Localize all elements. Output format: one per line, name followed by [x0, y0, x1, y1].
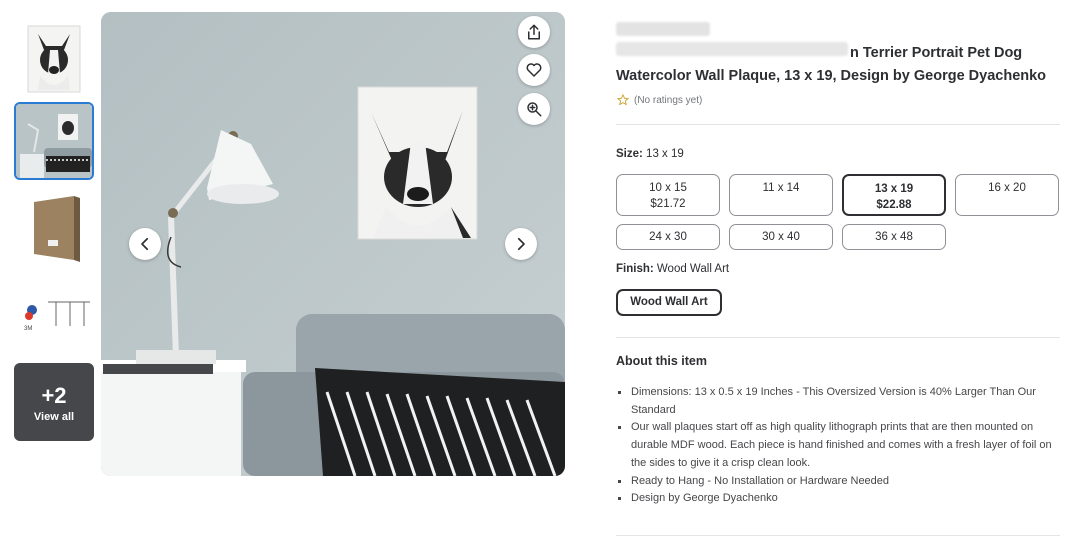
view-all-label: View all: [33, 411, 75, 423]
about-bullet: Ready to Hang - No Installation or Hardw…: [616, 473, 1056, 491]
size-label-key: Size:: [616, 148, 643, 160]
previous-image-button[interactable]: [129, 228, 161, 260]
finish-label: Finish: Wood Wall Art: [616, 263, 729, 275]
size-option-name: 13 x 19: [874, 183, 914, 195]
size-option-name: 24 x 30: [649, 231, 687, 243]
size-option-name: 16 x 20: [988, 182, 1026, 194]
finish-option-selected[interactable]: Wood Wall Art: [616, 289, 722, 316]
thumbnail-hardware[interactable]: 3M: [14, 276, 94, 354]
zoom-in-icon: [527, 102, 542, 117]
about-bullet: Our wall plaques start off as high quali…: [616, 419, 1056, 472]
main-product-image[interactable]: [101, 12, 565, 476]
size-option-price: $21.72: [650, 198, 686, 210]
size-option[interactable]: 16 x 20: [955, 174, 1059, 216]
finish-label-key: Finish:: [616, 263, 654, 275]
thumbnail-room[interactable]: [14, 102, 94, 180]
chevron-right-icon: [517, 237, 525, 251]
rating-summary[interactable]: (No ratings yet): [616, 93, 702, 107]
heart-icon: [526, 63, 542, 77]
thumbnail-side-view[interactable]: [14, 190, 94, 268]
divider: [616, 535, 1060, 536]
about-bullet: Design by George Dyachenko: [616, 490, 1056, 508]
size-option-name: 36 x 48: [875, 231, 913, 243]
size-option-name: 11 x 14: [762, 182, 800, 194]
about-bullet: Dimensions: 13 x 0.5 x 19 Inches - This …: [616, 384, 1056, 419]
size-option-name: 30 x 40: [762, 231, 800, 243]
divider: [616, 337, 1060, 338]
next-image-button[interactable]: [505, 228, 537, 260]
thumbnail-portrait[interactable]: [14, 20, 94, 98]
star-outline-icon: [617, 94, 629, 106]
size-label: Size: 13 x 19: [616, 148, 684, 160]
view-all-thumbnail[interactable]: +2 View all: [14, 363, 94, 441]
rating-text: (No ratings yet): [634, 94, 703, 106]
size-option[interactable]: 11 x 14: [729, 174, 833, 216]
svg-text:3M: 3M: [24, 326, 32, 332]
chevron-left-icon: [141, 237, 149, 251]
room-scene-image: [101, 12, 565, 476]
size-option-selected[interactable]: 13 x 19 $22.88: [842, 174, 946, 216]
size-option-name: 10 x 15: [649, 182, 687, 194]
product-title-line1: n Terrier Portrait Pet Dog: [850, 45, 1023, 61]
finish-label-value: Wood Wall Art: [656, 263, 730, 275]
size-option-price: $22.88: [876, 199, 912, 211]
size-option[interactable]: 36 x 48: [842, 224, 946, 250]
view-all-count: +2: [41, 383, 67, 408]
size-label-value: 13 x 19: [646, 148, 684, 160]
product-title-line2: Watercolor Wall Plaque, 13 x 19, Design …: [616, 68, 1047, 84]
about-bullet-list: Dimensions: 13 x 0.5 x 19 Inches - This …: [616, 384, 1056, 508]
favorite-button[interactable]: [518, 54, 550, 86]
share-icon: [528, 24, 540, 40]
about-section-title: About this item: [616, 354, 707, 368]
divider: [616, 124, 1060, 125]
share-button[interactable]: [518, 16, 550, 48]
size-option[interactable]: 30 x 40: [729, 224, 833, 250]
product-title: n Terrier Portrait Pet Dog Watercolor Wa…: [616, 42, 1060, 88]
size-option[interactable]: 24 x 30: [616, 224, 720, 250]
zoom-button[interactable]: [518, 93, 550, 125]
size-option[interactable]: 10 x 15 $21.72: [616, 174, 720, 216]
redacted-title-block: [616, 22, 710, 36]
